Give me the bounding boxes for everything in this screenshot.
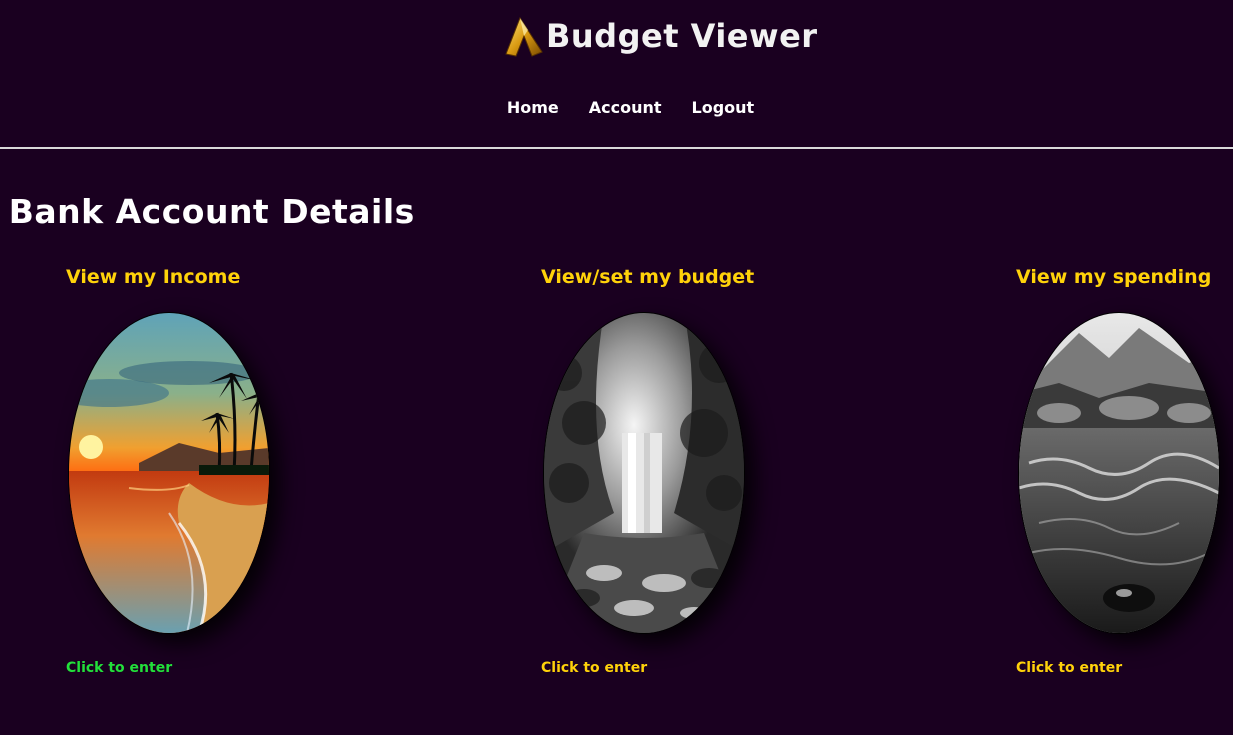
spending-card[interactable]: View my spending Click to enter — [1016, 266, 1233, 696]
budget-enter-link[interactable]: Click to enter — [541, 660, 647, 676]
spending-enter-link[interactable]: Click to enter — [1016, 660, 1122, 676]
header-divider — [0, 147, 1233, 149]
budget-image[interactable] — [543, 312, 745, 634]
nav-home-link[interactable]: Home — [507, 98, 559, 117]
nav-links: Home Account Logout — [507, 98, 754, 117]
income-image[interactable] — [68, 312, 270, 634]
app-title: Budget Viewer — [546, 17, 818, 55]
income-enter-link[interactable]: Click to enter — [66, 660, 172, 676]
logo-icon — [505, 16, 543, 57]
page-title: r Bank Account Details — [0, 192, 415, 232]
budget-card-title[interactable]: View/set my budget — [541, 266, 754, 288]
budget-card[interactable]: View/set my budget Click to enter — [541, 266, 801, 696]
sunset-beach-image — [69, 313, 269, 633]
mountain-river-image — [1019, 313, 1219, 633]
income-card[interactable]: View my Income Click to enter — [66, 266, 326, 696]
nav-logout-link[interactable]: Logout — [692, 98, 755, 117]
income-card-title[interactable]: View my Income — [66, 266, 240, 288]
forest-waterfall-image — [544, 313, 744, 633]
brand[interactable]: Budget Viewer — [502, 12, 818, 60]
main-nav: Home Account Logout — [0, 98, 1233, 117]
nav-account-link[interactable]: Account — [589, 98, 662, 117]
spending-card-title[interactable]: View my spending — [1016, 266, 1211, 288]
spending-image[interactable] — [1018, 312, 1220, 634]
